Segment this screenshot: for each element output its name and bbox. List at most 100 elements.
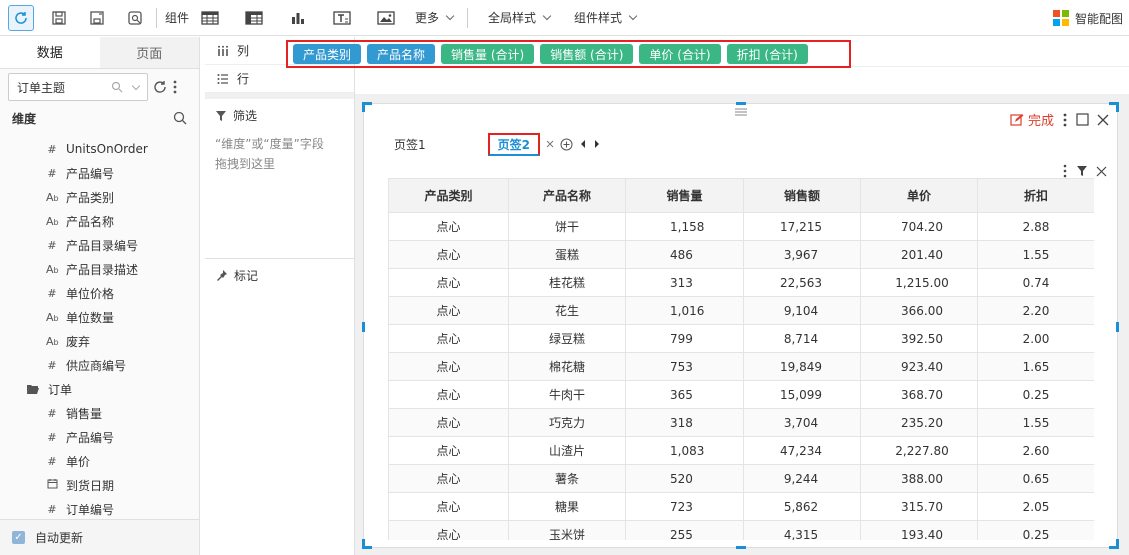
auto-update-toggle[interactable]: ✓ 自动更新 (0, 519, 199, 555)
tab-page[interactable]: 页面 (99, 37, 199, 68)
component-style-dropdown[interactable]: 组件样式 (574, 9, 638, 26)
toolbar-divider (156, 7, 157, 28)
column-header[interactable]: 产品名称 (508, 178, 626, 213)
maximize-icon[interactable] (1076, 113, 1089, 126)
field-item[interactable]: Ab 产品目录描述 (0, 257, 199, 281)
close-icon[interactable] (1097, 114, 1109, 126)
global-style-dropdown[interactable]: 全局样式 (488, 9, 552, 26)
table-row[interactable]: 点心 糖果 723 5,862 315.70 2.05 (388, 492, 1094, 521)
field-item[interactable]: # UnitsOnOrder (0, 137, 199, 161)
table-cell: 704.20 (860, 212, 978, 241)
table-row[interactable]: 点心 花生 1,016 9,104 366.00 2.20 (388, 296, 1094, 325)
table-cell: 313 (625, 268, 744, 297)
save-as-icon[interactable] (84, 5, 110, 31)
field-pill[interactable]: 销售额 (合计) (540, 44, 634, 64)
preview-icon[interactable] (122, 5, 148, 31)
table-row[interactable]: 点心 玉米饼 255 4,315 193.40 0.25 (388, 520, 1094, 540)
more-vertical-icon[interactable] (1062, 164, 1068, 178)
columns-shelf[interactable]: 产品类别 产品名称 销售量 (合计) 销售额 (合计) 单价 (合计) 折扣 (合计) (286, 40, 851, 68)
resize-handle[interactable] (362, 322, 365, 332)
table-row[interactable]: 点心 蛋糕 486 3,967 201.40 1.55 (388, 240, 1094, 269)
field-item[interactable]: # 单价 (0, 449, 199, 473)
field-label: 供应商编号 (66, 358, 127, 373)
field-list: # UnitsOnOrder # 产品编号 Ab 产品类别 Ab 产品名称 # 产品目录编号 Ab 产… (0, 137, 199, 519)
done-button[interactable]: 完成 (1010, 110, 1054, 129)
table-component[interactable]: 完成 页签1 页签2 产品类别产品名称 销售量 销售额 单价 折扣 点心 饼干 … (362, 102, 1119, 549)
field-pill[interactable]: 产品名称 (367, 44, 436, 64)
filter-drop-zone[interactable]: 筛选 “维度”或“度量”字段 拖拽到这里 (205, 99, 354, 259)
table-row[interactable]: 点心 巧克力 318 3,704 235.20 1.55 (388, 408, 1094, 437)
theme-select[interactable]: 订单主题 (8, 73, 148, 101)
table-row[interactable]: 点心 棉花糖 753 19,849 923.40 1.65 (388, 352, 1094, 381)
table-row[interactable]: 点心 桂花糕 313 22,563 1,215.00 0.74 (388, 268, 1094, 297)
resize-handle[interactable] (362, 539, 372, 549)
data-table-container[interactable]: 产品类别 产品名称 销售量 销售额 单价 折扣 点心 饼干 1,158 17,215 704.20… (388, 178, 1094, 540)
table-row[interactable]: 点心 牛肉干 365 15,099 368.70 0.25 (388, 380, 1094, 409)
field-item[interactable]: # 订单编号 (0, 497, 199, 519)
close-icon[interactable] (546, 140, 554, 148)
field-item[interactable]: # 单位价格 (0, 281, 199, 305)
arrow-left-icon[interactable] (579, 139, 587, 149)
text-box-icon[interactable] (329, 5, 355, 31)
more-vertical-icon[interactable] (1062, 113, 1068, 127)
column-header[interactable]: 产品类别 (388, 178, 509, 213)
field-item[interactable]: Ab 废弃 (0, 329, 199, 353)
resize-handle[interactable] (1109, 539, 1119, 549)
column-header[interactable]: 销售量 (625, 178, 744, 213)
resize-handle[interactable] (1116, 322, 1119, 332)
table-row[interactable]: 点心 山渣片 1,083 47,234 2,227.80 2.60 (388, 436, 1094, 465)
table-row[interactable]: 点心 绿豆糕 799 8,714 392.50 2.00 (388, 324, 1094, 353)
crosstab-icon[interactable] (241, 5, 267, 31)
resize-handle[interactable] (736, 546, 746, 549)
tab-page-2[interactable]: 页签2 (487, 132, 540, 156)
resize-handle[interactable] (362, 102, 372, 112)
field-item[interactable]: # 销售量 (0, 401, 199, 425)
arrow-right-icon[interactable] (593, 139, 601, 149)
field-item[interactable]: # 产品目录编号 (0, 233, 199, 257)
refresh-icon[interactable] (8, 4, 34, 31)
filter-icon[interactable] (1076, 165, 1088, 177)
field-item[interactable]: 到货日期 (0, 473, 199, 497)
table-cell: 1.55 (977, 240, 1094, 269)
column-header[interactable]: 折扣 (977, 178, 1094, 213)
dashboard-canvas: 完成 页签1 页签2 产品类别产品名称 销售量 销售额 单价 折扣 点心 饼干 … (355, 95, 1129, 555)
close-icon[interactable] (1096, 166, 1107, 177)
bar-chart-icon[interactable] (285, 5, 311, 31)
field-label: 订单编号 (66, 502, 115, 517)
table-cell: 薯条 (508, 464, 626, 493)
field-pill[interactable]: 产品类别 (293, 44, 362, 64)
field-pill[interactable]: 销售量 (合计) (441, 44, 535, 64)
field-pill[interactable]: 单价 (合计) (639, 44, 721, 64)
column-header[interactable]: 销售额 (743, 178, 861, 213)
refresh-icon[interactable] (152, 79, 168, 95)
field-item[interactable]: Ab 产品名称 (0, 209, 199, 233)
add-circle-icon[interactable] (560, 138, 573, 151)
number-type-icon: # (47, 166, 57, 180)
column-header[interactable]: 单价 (860, 178, 978, 213)
field-item[interactable]: Ab 单位数量 (0, 305, 199, 329)
resize-handle[interactable] (736, 102, 746, 105)
drag-handle-icon[interactable] (735, 108, 747, 116)
search-icon[interactable] (173, 111, 187, 125)
more-dropdown[interactable]: 更多 (415, 9, 455, 26)
calendar-icon (46, 478, 58, 492)
field-pill[interactable]: 折扣 (合计) (726, 44, 808, 64)
tab-data[interactable]: 数据 (0, 37, 100, 68)
smart-chart-button[interactable]: 智能配图 (1052, 0, 1123, 36)
save-icon[interactable] (46, 5, 72, 31)
image-icon[interactable] (373, 5, 399, 31)
field-item[interactable]: Ab 产品类别 (0, 185, 199, 209)
table-icon[interactable] (197, 5, 223, 31)
field-item[interactable]: # 产品编号 (0, 425, 199, 449)
table-row[interactable]: 点心 薯条 520 9,244 388.00 0.65 (388, 464, 1094, 493)
table-row[interactable]: 点心 饼干 1,158 17,215 704.20 2.88 (388, 212, 1094, 241)
tab-page-1[interactable]: 页签1 (386, 136, 434, 153)
field-item[interactable]: # 产品编号 (0, 161, 199, 185)
resize-handle[interactable] (1109, 102, 1119, 112)
data-panel: 数据 页面 订单主题 维度 # UnitsOnOrder # 产品编号 Ab 产品类别 Ab… (0, 37, 200, 555)
checkbox-checked-icon[interactable]: ✓ (12, 531, 25, 544)
more-vertical-icon[interactable] (172, 79, 178, 95)
field-item[interactable]: # 供应商编号 (0, 353, 199, 377)
folder-item[interactable]: 订单 (0, 377, 199, 401)
marks-section[interactable]: 标记 (205, 259, 354, 292)
